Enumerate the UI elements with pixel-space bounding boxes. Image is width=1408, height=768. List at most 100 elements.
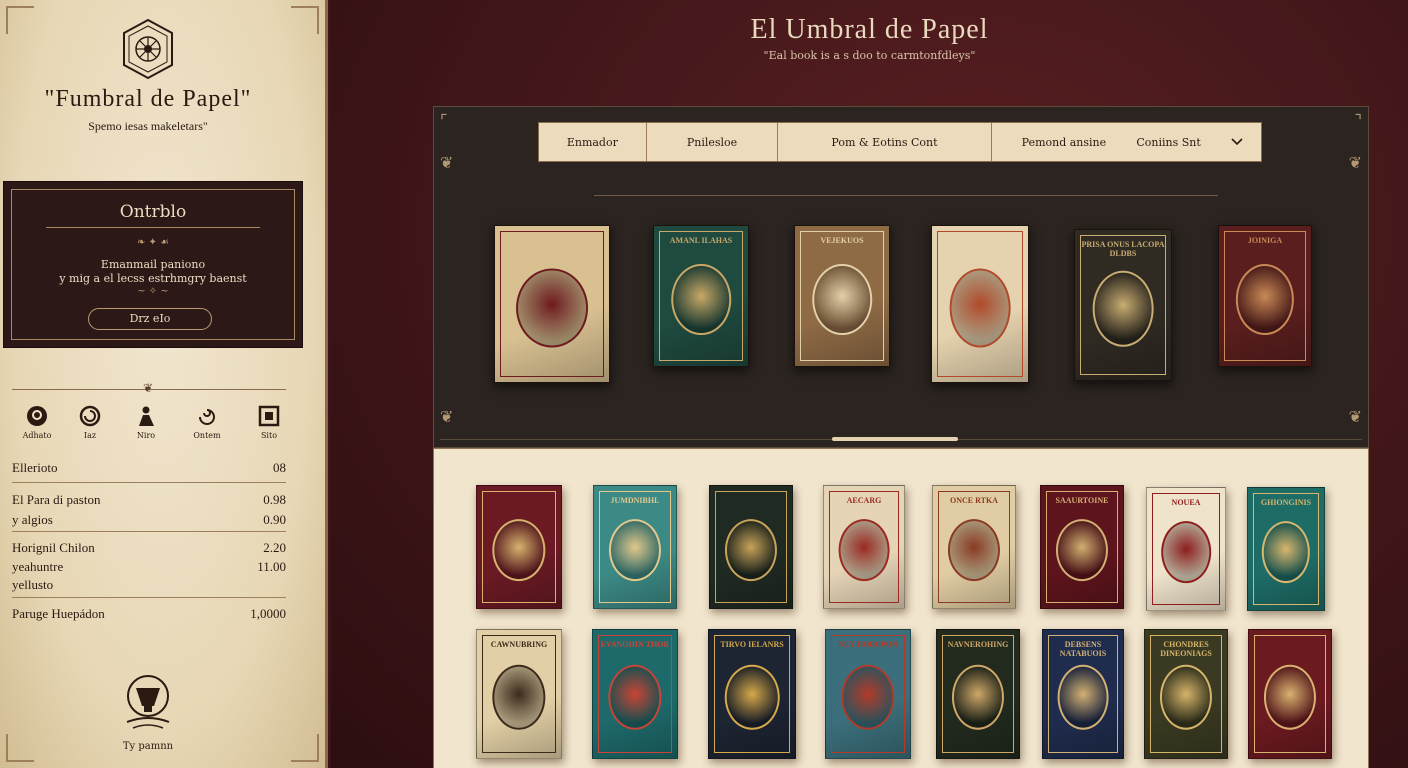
book-title: VEJEKUOS: [820, 236, 864, 245]
book-cover[interactable]: JUMDNIBHL: [593, 485, 677, 609]
corner-ornament: [291, 6, 319, 34]
nav-button-ontem[interactable]: Ontem: [182, 405, 232, 440]
cover-illustration: [1235, 264, 1295, 336]
book-cover[interactable]: [931, 225, 1029, 383]
book-cover[interactable]: NOUEA: [1146, 487, 1226, 611]
book-cover[interactable]: CHONDRES DINEONIAGS: [1144, 629, 1228, 759]
cover-illustration: [608, 519, 662, 582]
promo-button[interactable]: Drz eIo: [88, 308, 212, 330]
book-title: PRISA ONUS LACOPA DLDBS: [1081, 240, 1165, 258]
filter-tab[interactable]: Enmador: [539, 123, 647, 161]
cover-illustration: [1055, 519, 1109, 582]
cover-illustration: [608, 664, 662, 730]
book-title: AMANL ILAHAS: [669, 236, 733, 245]
book-cover[interactable]: AMANL ILAHAS: [653, 225, 749, 367]
cover-illustration: [724, 664, 780, 730]
flourish-icon: ❧ ✦ ☙: [136, 237, 170, 248]
stat-value: 08: [273, 460, 286, 475]
stat-value: 0.98: [263, 492, 286, 507]
nav-label: Ontem: [193, 431, 221, 440]
promo-text: y mig a el lecss estrhmgry baenst: [59, 272, 247, 285]
cover-illustration: [1263, 664, 1317, 730]
nav-button-niro[interactable]: Niro: [121, 405, 171, 440]
book-cover[interactable]: NEY HODUPON: [825, 629, 911, 759]
cover-illustration: [492, 519, 546, 582]
flourish-icon: ❦: [440, 153, 454, 172]
book-cover[interactable]: [494, 225, 610, 383]
promo-divider: [46, 227, 260, 228]
book-cover[interactable]: JOINIGA: [1218, 225, 1312, 367]
stat-value: 0.90: [263, 512, 286, 527]
nav-button-adhato[interactable]: Adhato: [12, 405, 62, 440]
book-title: AECARG: [846, 496, 882, 505]
book-cover[interactable]: NAVNEROHING: [936, 629, 1020, 759]
book-cover[interactable]: PRISA ONUS LACOPA DLDBS: [1074, 229, 1172, 381]
book-title: NOUEA: [1171, 498, 1201, 507]
nav-label: Sito: [260, 431, 278, 440]
stat-value: 1,0000: [250, 606, 286, 621]
book-title: CAWNUBRING: [490, 640, 548, 649]
sidebar: "Fumbral de Papel" Spemo iesas makeletar…: [0, 0, 328, 768]
flourish-icon: ~ ✧ ~: [137, 286, 169, 297]
flourish-icon: ❦: [1348, 153, 1362, 172]
stat-row: yeahuntre 11.00: [12, 559, 286, 575]
book-cover[interactable]: AECARG: [823, 485, 905, 609]
divider: [12, 597, 286, 598]
nav-label: Iaz: [83, 431, 97, 440]
page-title: El Umbral de Papel: [750, 14, 989, 45]
sort-select[interactable]: Pemond ansine Coniins Snt: [992, 123, 1261, 161]
book-cover[interactable]: [709, 485, 793, 609]
nav-button-sito[interactable]: Sito: [244, 405, 294, 440]
stat-label: yellusto: [12, 577, 54, 592]
corner-ornament-icon: ⌝: [1354, 111, 1363, 130]
book-title: EVANOHIN THOR: [600, 640, 670, 649]
cover-illustration: [1161, 521, 1211, 584]
inkwell-emblem-icon: [126, 675, 170, 729]
book-cover[interactable]: [1248, 629, 1332, 759]
frame-icon: [258, 405, 280, 427]
book-title: NAVNEROHING: [947, 640, 1009, 649]
nav-button-iaz[interactable]: Iaz: [65, 405, 115, 440]
book-cover[interactable]: TIRVO IELANRS: [708, 629, 796, 759]
stat-row: Ellerioto 08: [12, 460, 286, 476]
cover-illustration: [841, 664, 895, 730]
cover-illustration: [1159, 664, 1213, 730]
stat-value: 11.00: [257, 559, 286, 574]
cover-illustration: [1261, 521, 1311, 584]
book-cover[interactable]: EVANOHIN THOR: [592, 629, 678, 759]
main-area: El Umbral de Papel "Eal book is a s doo …: [331, 0, 1408, 768]
stat-label: yeahuntre: [12, 559, 64, 574]
brand-tagline: Spemo iesas makeletars": [88, 119, 208, 133]
stat-row: El Para di paston 0.98: [12, 492, 286, 508]
cover-illustration: [724, 519, 778, 582]
book-title: JUMDNIBHL: [610, 496, 660, 505]
book-cover[interactable]: CAWNUBRING: [476, 629, 562, 759]
filter-tab[interactable]: Pnilesloe: [647, 123, 779, 161]
book-title: SAAURTOINE: [1055, 496, 1109, 505]
book-cover[interactable]: SAAURTOINE: [1040, 485, 1124, 609]
book-cover[interactable]: VEJEKUOS: [794, 225, 890, 367]
cover-illustration: [1092, 270, 1154, 347]
filter-tab[interactable]: Pom & Eotins Cont: [778, 123, 992, 161]
page-subtitle: "Eal book is a s doo to carmtonfdleys": [763, 49, 976, 62]
hexagon-emblem-icon: [123, 18, 173, 80]
promo-title: Ontrblo: [119, 202, 187, 222]
book-cover[interactable]: DEBSENS NATABUOIS: [1042, 629, 1124, 759]
book-cover[interactable]: ONCE RTKA: [932, 485, 1016, 609]
cover-illustration: [516, 268, 588, 348]
book-cover[interactable]: [476, 485, 562, 609]
featured-shelf: ⌜ ⌝ ❦ ❦ ❦ ❦ Enmador Pnilesloe Pom & Eoti…: [433, 106, 1369, 448]
carousel-indicator[interactable]: [832, 437, 958, 441]
cover-illustration: [671, 264, 731, 336]
sort-label: Coniins Snt: [1136, 135, 1201, 149]
promo-text: Emanmail paniono: [100, 258, 206, 271]
cover-illustration: [492, 664, 546, 730]
figure-icon: [139, 406, 154, 426]
stat-label: El Para di paston: [12, 492, 101, 507]
book-cover[interactable]: GHIONGINIS: [1247, 487, 1325, 611]
corner-ornament-icon: ⌜: [440, 111, 448, 130]
stat-label: Horignil Chilon: [12, 540, 95, 555]
stat-label: Paruge Huepádon: [12, 606, 105, 621]
footer-label: Ty pamnn: [122, 741, 174, 752]
book-title: GHIONGINIS: [1260, 498, 1312, 507]
